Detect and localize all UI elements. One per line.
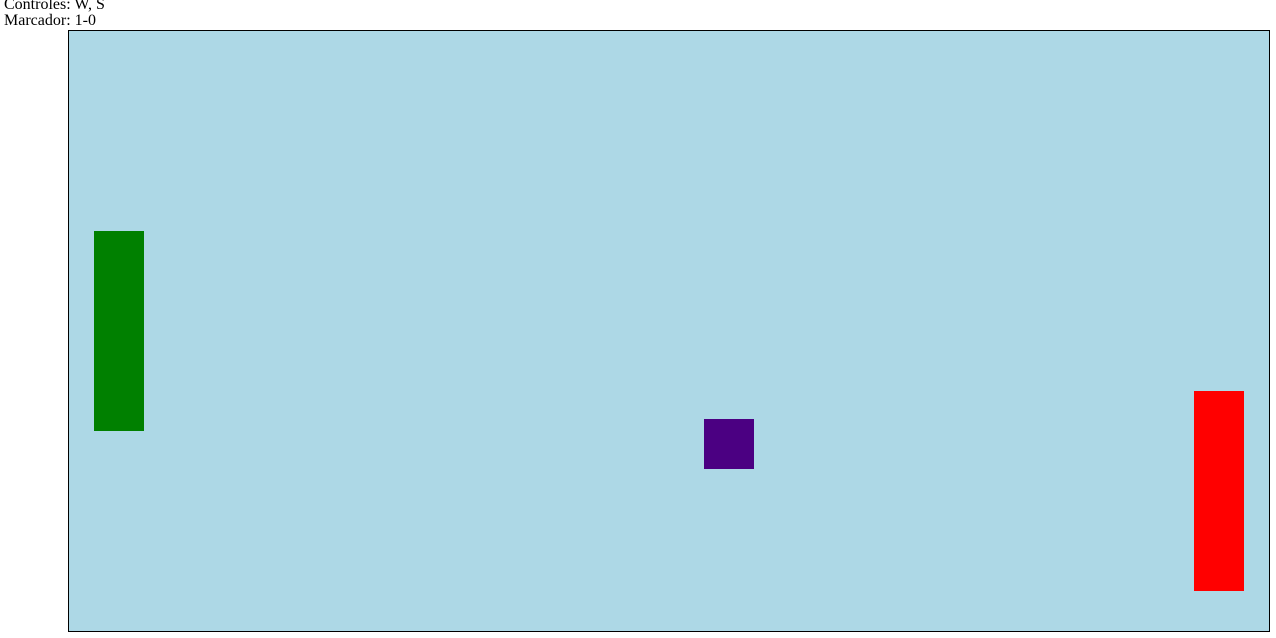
- score-label: Marcador: [4, 12, 67, 29]
- hud: Controles: W, S Marcador: 1-0: [4, 0, 105, 29]
- right-paddle: [1194, 391, 1244, 591]
- score-value: 1-0: [74, 12, 96, 29]
- ball: [704, 419, 754, 469]
- game-arena[interactable]: [68, 30, 1270, 632]
- score-text: Marcador: 1-0: [4, 12, 96, 29]
- left-paddle: [94, 231, 144, 431]
